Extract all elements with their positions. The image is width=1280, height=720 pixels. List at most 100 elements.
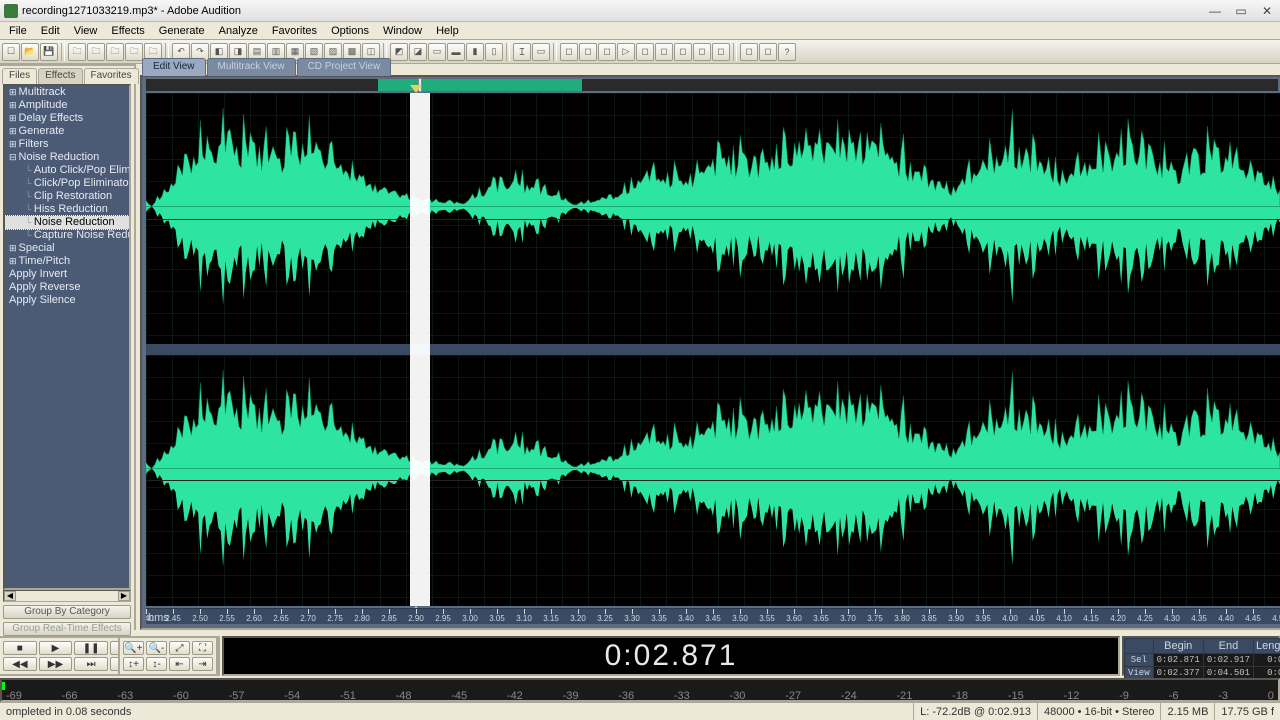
zoom-left-button[interactable]: ⇤ — [169, 657, 190, 671]
tree-item[interactable]: Filters — [5, 138, 129, 151]
selview-cell[interactable]: 0:02.871 — [1153, 654, 1203, 667]
tab-edit-view[interactable]: Edit View — [142, 58, 206, 76]
tree-item[interactable]: Apply Reverse — [5, 281, 129, 294]
m3-icon[interactable]: ◻ — [598, 43, 616, 61]
m5-icon[interactable]: ◻ — [636, 43, 654, 61]
maximize-icon[interactable]: ▭ — [1232, 4, 1250, 18]
menu-favorites[interactable]: Favorites — [265, 24, 324, 38]
tree-item[interactable]: Click/Pop Eliminator — [5, 177, 129, 190]
ruler-tick: 3.95 — [975, 614, 991, 623]
spec4-icon[interactable]: ▬ — [447, 43, 465, 61]
zoom-full-button[interactable]: ⤢ — [169, 641, 190, 655]
save-icon[interactable]: 💾 — [40, 43, 58, 61]
scroll-left-icon[interactable]: ◀ — [4, 591, 16, 601]
m2-icon[interactable]: ◻ — [579, 43, 597, 61]
folder2-icon[interactable]: 🗀 — [87, 43, 105, 61]
tree-item[interactable]: Apply Silence — [5, 294, 129, 307]
level-meter[interactable]: -69-66-63-60-57-54-51-48-45-42-39-36-33-… — [0, 678, 1280, 702]
channel-left[interactable] — [146, 93, 1280, 344]
open-icon[interactable]: 📂 — [21, 43, 39, 61]
menu-file[interactable]: File — [2, 24, 34, 38]
m7-icon[interactable]: ◻ — [674, 43, 692, 61]
selview-cell[interactable]: 0:02.917 — [1203, 654, 1253, 667]
folder1-icon[interactable]: 🗀 — [68, 43, 86, 61]
tree-item[interactable]: Multitrack — [5, 86, 129, 99]
zoom-right-button[interactable]: ⇥ — [192, 657, 213, 671]
group-realtime-button[interactable]: Group Real-Time Effects — [3, 622, 131, 636]
play-button[interactable]: ▶ — [39, 641, 73, 655]
panel-tab-favorites[interactable]: Favorites — [84, 68, 139, 84]
effects-tree[interactable]: MultitrackAmplitudeDelay EffectsGenerate… — [3, 84, 131, 590]
time-ruler[interactable]: hms2.402.452.502.552.602.652.702.752.802… — [146, 608, 1280, 624]
menu-generate[interactable]: Generate — [152, 24, 212, 38]
m1-icon[interactable]: ◻ — [560, 43, 578, 61]
tree-item[interactable]: Noise Reduction — [5, 216, 129, 229]
channel-right[interactable] — [146, 355, 1280, 606]
tree-item[interactable]: Clip Restoration — [5, 190, 129, 203]
pause-button[interactable]: ❚❚ — [74, 641, 108, 655]
m9-icon[interactable]: ◻ — [712, 43, 730, 61]
close-icon[interactable]: ✕ — [1258, 4, 1276, 18]
zoom-in-button[interactable]: 🔍+ — [123, 641, 144, 655]
m6-icon[interactable]: ◻ — [655, 43, 673, 61]
tab-cd-project-view[interactable]: CD Project View — [297, 58, 392, 76]
zoom-sel-button[interactable]: ⛶ — [192, 641, 213, 655]
new-icon[interactable]: ☐ — [2, 43, 20, 61]
spec5-icon[interactable]: ▮ — [466, 43, 484, 61]
spec6-icon[interactable]: ▯ — [485, 43, 503, 61]
menu-analyze[interactable]: Analyze — [212, 24, 265, 38]
tree-item[interactable]: Amplitude — [5, 99, 129, 112]
spec2-icon[interactable]: ◪ — [409, 43, 427, 61]
tree-item[interactable]: Apply Invert — [5, 268, 129, 281]
panel-tab-effects[interactable]: Effects — [38, 68, 82, 84]
tree-item[interactable]: Noise Reduction — [5, 151, 129, 164]
tree-item[interactable]: Time/Pitch — [5, 255, 129, 268]
tree-item[interactable]: Delay Effects — [5, 112, 129, 125]
panel-tab-files[interactable]: Files — [2, 68, 37, 84]
cursor-icon[interactable]: Ｉ — [513, 43, 531, 61]
tree-item[interactable]: Special — [5, 242, 129, 255]
visible-range-indicator[interactable] — [378, 79, 582, 91]
help-icon[interactable]: ? — [778, 43, 796, 61]
tab-multitrack-view[interactable]: Multitrack View — [207, 58, 296, 76]
waveform-area: hms2.402.452.502.552.602.652.702.752.802… — [140, 75, 1280, 630]
selview-header — [1125, 639, 1154, 654]
menu-view[interactable]: View — [67, 24, 105, 38]
zoom-out-v-button[interactable]: ↕- — [146, 657, 167, 671]
m8-icon[interactable]: ◻ — [693, 43, 711, 61]
zoom-in-v-button[interactable]: ↕+ — [123, 657, 144, 671]
overview-bar[interactable] — [146, 79, 1278, 91]
minimize-icon[interactable]: — — [1206, 4, 1224, 18]
select-icon[interactable]: ▭ — [532, 43, 550, 61]
scroll-right-icon[interactable]: ▶ — [118, 591, 130, 601]
spec3-icon[interactable]: ▭ — [428, 43, 446, 61]
goto-end-button[interactable]: ⏭ — [74, 657, 108, 671]
tree-item[interactable]: Capture Noise Reduction P — [5, 229, 129, 242]
m4-icon[interactable]: ▷ — [617, 43, 635, 61]
time-display[interactable]: 0:02.871 — [222, 636, 1120, 676]
tree-item[interactable]: Hiss Reduction — [5, 203, 129, 216]
playhead-cursor[interactable] — [410, 93, 430, 606]
menu-effects[interactable]: Effects — [104, 24, 151, 38]
spec1-icon[interactable]: ◩ — [390, 43, 408, 61]
stop-button[interactable]: ■ — [3, 641, 37, 655]
tree-hscroll[interactable]: ◀ ▶ — [3, 590, 131, 602]
waveform-canvas[interactable] — [146, 93, 1280, 606]
tree-item[interactable]: Auto Click/Pop Eliminator — [5, 164, 129, 177]
menu-window[interactable]: Window — [376, 24, 429, 38]
marker-top-icon[interactable] — [410, 85, 422, 93]
group-by-category-button[interactable]: Group By Category — [3, 605, 131, 619]
menu-help[interactable]: Help — [429, 24, 466, 38]
h1-icon[interactable]: ◻ — [740, 43, 758, 61]
folder4-icon[interactable]: 🗀 — [125, 43, 143, 61]
menu-options[interactable]: Options — [324, 24, 376, 38]
zoom-out-button[interactable]: 🔍- — [146, 641, 167, 655]
folder3-icon[interactable]: 🗀 — [106, 43, 124, 61]
tree-item[interactable]: Generate — [5, 125, 129, 138]
ruler-tick: 3.20 — [570, 614, 586, 623]
menu-edit[interactable]: Edit — [34, 24, 67, 38]
rewind-button[interactable]: ◀◀ — [3, 657, 37, 671]
selview-cell[interactable]: 0:00 — [1254, 654, 1280, 667]
h2-icon[interactable]: ◻ — [759, 43, 777, 61]
ffwd-button[interactable]: ▶▶ — [39, 657, 73, 671]
